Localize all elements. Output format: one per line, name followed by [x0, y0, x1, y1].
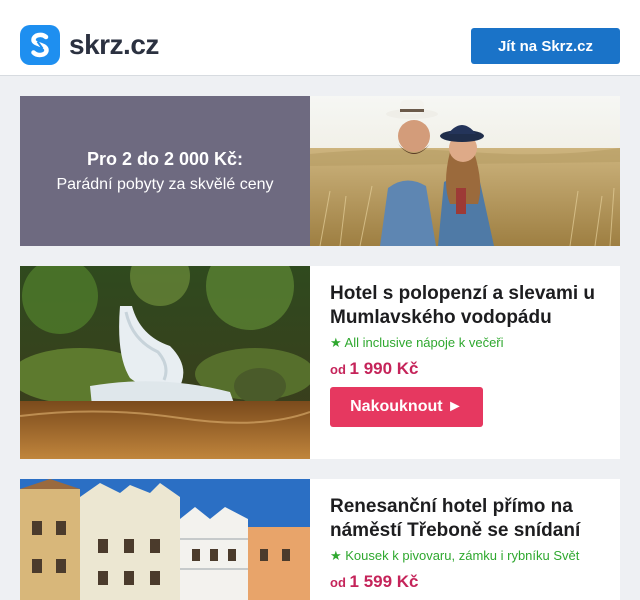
couple-in-field-photo: [310, 96, 620, 246]
price-prefix: od: [330, 575, 346, 590]
price-value: 1 599 Kč: [349, 572, 419, 591]
banner-subtitle: Parádní pobyty za skvělé ceny: [56, 176, 274, 193]
offer-perk: ★ All inclusive nápoje k večeři: [330, 335, 504, 350]
offer-card[interactable]: Hotel s polopenzí a slevami u Mumlavskéh…: [20, 266, 620, 459]
logo-text: skrz.cz: [69, 29, 159, 60]
skrz-logo[interactable]: skrz.cz: [20, 25, 159, 65]
town-square-photo: [20, 479, 310, 600]
header: skrz.cz Jít na Skrz.cz: [0, 0, 640, 76]
promo-banner[interactable]: Pro 2 do 2 000 Kč: Parádní pobyty za skv…: [20, 96, 620, 246]
banner-text-panel: Pro 2 do 2 000 Kč: Parádní pobyty za skv…: [20, 96, 310, 246]
price-value: 1 990 Kč: [349, 359, 419, 378]
offer-perk: ★ Kousek k pivovaru, zámku i rybníku Svě…: [330, 548, 580, 563]
offer-price: od 1 990 Kč: [330, 359, 419, 379]
logo-s-icon: [20, 25, 60, 65]
offer-price: od 1 599 Kč: [330, 572, 419, 592]
offer-title[interactable]: Hotel s polopenzí a slevami u Mumlavskéh…: [330, 282, 610, 330]
banner-title: Pro 2 do 2 000 Kč:: [86, 149, 244, 169]
offer-title[interactable]: Renesanční hotel přímo na náměstí Třebon…: [330, 495, 610, 543]
offer-card[interactable]: Renesanční hotel přímo na náměstí Třebon…: [20, 479, 620, 600]
nakouknout-button[interactable]: Nakouknout ►: [330, 387, 483, 427]
price-prefix: od: [330, 362, 346, 377]
waterfall-photo: [20, 266, 310, 459]
go-to-skrz-button[interactable]: Jít na Skrz.cz: [471, 28, 620, 64]
